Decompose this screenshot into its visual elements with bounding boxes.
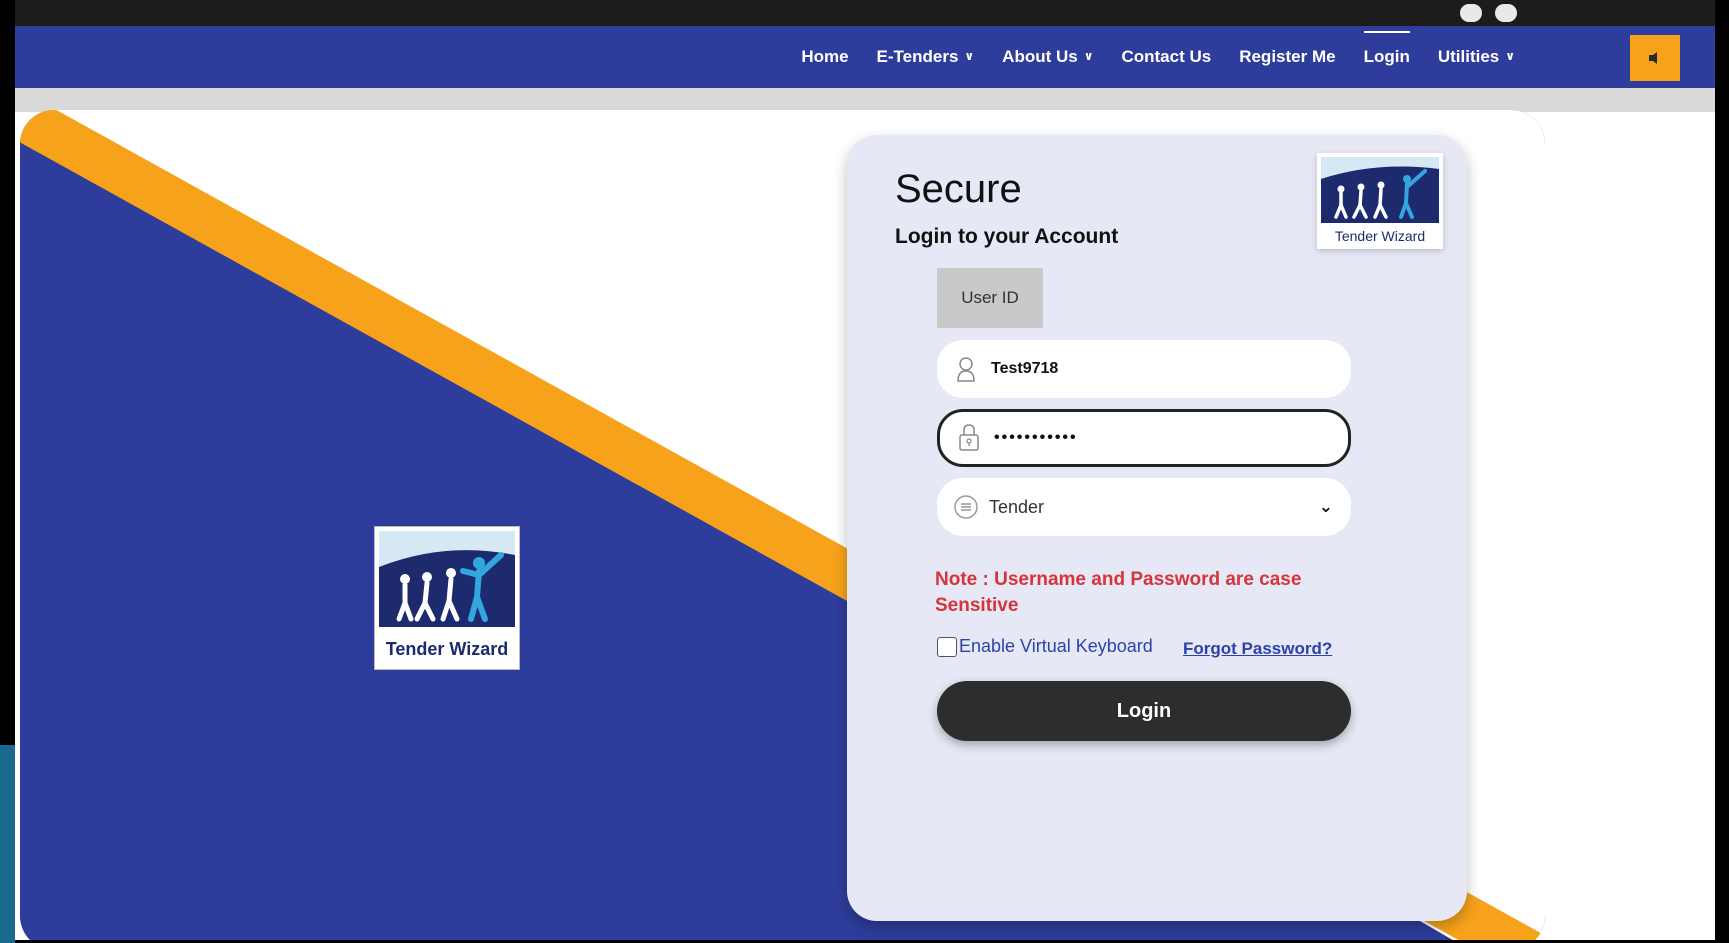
nav-menu: Home E-Tenders ∨ About Us ∨ Contact Us Registe… — [801, 26, 1515, 88]
lock-icon — [946, 424, 992, 452]
login-button[interactable]: Login — [937, 681, 1351, 741]
nav-item-label: Utilities — [1437, 47, 1500, 66]
tender-wizard-logo-small: Tender Wizard — [1317, 153, 1443, 249]
virtual-keyboard-option[interactable]: Enable Virtual Keyboard — [937, 636, 1153, 657]
list-icon — [943, 494, 989, 520]
chevron-down-icon: ∨ — [1083, 49, 1094, 63]
nav-spacer — [15, 88, 1715, 112]
nav-item-label: Login — [1363, 47, 1410, 66]
forgot-password-link[interactable]: Forgot Password? — [1183, 639, 1332, 659]
speaker-icon — [1649, 52, 1657, 64]
nav-item-label: Contact Us — [1121, 47, 1212, 66]
virtual-keyboard-label[interactable]: Enable Virtual Keyboard — [959, 636, 1153, 657]
tender-wizard-logo-large: Tender Wizard — [374, 526, 520, 670]
case-sensitive-note: Note : Username and Password are case Se… — [935, 569, 1302, 616]
nav-item-register-me[interactable]: Register Me — [1239, 47, 1335, 67]
password-field[interactable] — [937, 409, 1351, 467]
nav-item-login[interactable]: Login — [1363, 31, 1411, 67]
nav-item-e-tenders[interactable]: E-Tenders ∨ — [877, 47, 975, 67]
top-navbar: Home E-Tenders ∨ About Us ∨ Contact Us Registe… — [15, 26, 1715, 88]
svg-text:Tender Wizard: Tender Wizard — [1335, 228, 1425, 244]
browser-control-icon[interactable] — [1460, 4, 1482, 22]
nav-item-about-us[interactable]: About Us ∨ — [1002, 47, 1093, 67]
login-card: Secure Login to your Account Tender Wiza… — [847, 135, 1467, 921]
nav-item-home[interactable]: Home — [801, 47, 848, 67]
chevron-down-icon: ∨ — [964, 49, 975, 63]
card-title: Secure — [895, 167, 1022, 211]
chevron-down-icon: ⌄ — [1318, 497, 1333, 516]
login-type-select[interactable]: Tender ⌄ — [937, 478, 1351, 536]
nav-item-utilities[interactable]: Utilities ∨ — [1438, 47, 1515, 67]
browser-frame: Home E-Tenders ∨ About Us ∨ Contact Us Registe… — [15, 0, 1715, 940]
nav-item-label: Home — [801, 47, 849, 66]
browser-chrome — [15, 0, 1715, 26]
user-icon — [943, 356, 989, 382]
svg-text:Tender Wizard: Tender Wizard — [386, 639, 509, 659]
nav-item-label: Register Me — [1239, 47, 1336, 66]
virtual-keyboard-checkbox[interactable] — [937, 636, 957, 657]
nav-item-label: E-Tenders — [876, 47, 959, 66]
nav-item-label: About Us — [1002, 47, 1078, 66]
chevron-down-icon: ∨ — [1505, 49, 1515, 63]
browser-control-icon[interactable] — [1495, 4, 1517, 22]
username-field[interactable] — [937, 340, 1351, 398]
tab-user-id[interactable]: User ID — [937, 268, 1043, 328]
nav-item-contact-us[interactable]: Contact Us — [1121, 47, 1211, 67]
login-type-value: Tender — [989, 496, 1045, 517]
card-subtitle: Login to your Account — [895, 225, 1119, 248]
left-edge-strip — [0, 745, 15, 943]
username-input[interactable] — [989, 359, 1293, 379]
password-input[interactable] — [992, 428, 1296, 448]
speaker-button[interactable] — [1630, 35, 1680, 81]
